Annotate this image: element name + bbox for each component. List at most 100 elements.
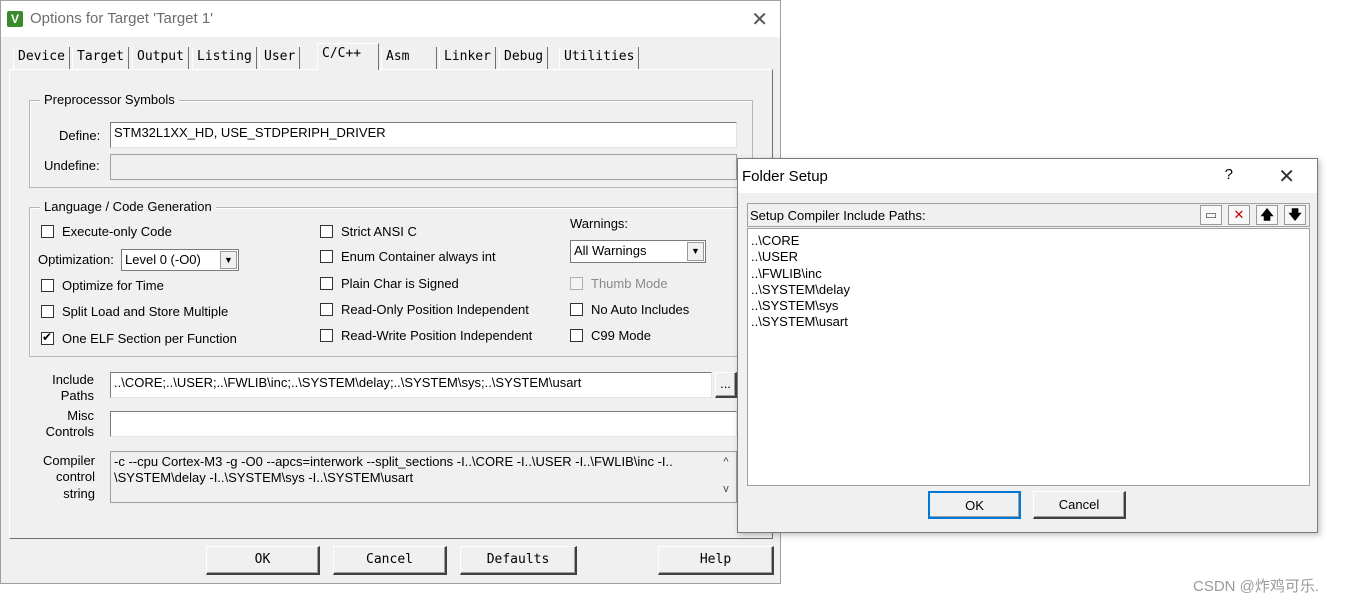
folder-ok-button[interactable]: OK [928,491,1021,519]
list-item[interactable]: ..\SYSTEM\sys [751,298,1306,314]
ro-pos-box[interactable] [320,303,333,316]
include-paths-list[interactable]: ..\CORE ..\USER ..\FWLIB\inc ..\SYSTEM\d… [747,228,1310,486]
one-elf-box[interactable] [41,330,54,345]
folder-cancel-button[interactable]: Cancel [1033,491,1126,519]
title-bar: V Options for Target 'Target 1' ✕ [1,1,780,37]
tab-linker[interactable]: Linker [439,47,496,69]
chevron-down-icon[interactable]: ▼ [687,242,704,261]
rw-pos-label: Read-Write Position Independent [341,328,533,343]
folder-title-bar: Folder Setup ? ✕ [738,159,1317,193]
one-elf-checkbox[interactable]: One ELF Section per Function [41,330,237,346]
defaults-button[interactable]: Defaults [460,546,577,575]
plain-char-checkbox[interactable]: Plain Char is Signed [320,276,459,291]
compiler-string-line-1: -c --cpu Cortex-M3 -g -O0 --apcs=interwo… [114,454,673,469]
help-icon[interactable]: ? [1225,166,1233,183]
tab-asm[interactable]: Asm [381,47,437,69]
split-load-box[interactable] [41,305,54,318]
execute-only-checkbox[interactable]: Execute-only Code [41,224,172,239]
move-down-icon[interactable]: 🡇 [1284,205,1306,225]
split-load-label: Split Load and Store Multiple [62,304,229,319]
thumb-mode-box [570,277,583,290]
cancel-button[interactable]: Cancel [333,546,447,575]
compiler-string-line-2: \SYSTEM\delay -I..\SYSTEM\sys -I..\SYSTE… [114,470,414,485]
include-paths-list-label: Setup Compiler Include Paths: [750,208,926,223]
enum-container-checkbox[interactable]: Enum Container always int [320,249,496,264]
enum-container-box[interactable] [320,250,333,263]
list-item[interactable]: ..\FWLIB\inc [751,266,1306,282]
tab-output[interactable]: Output [132,47,189,69]
no-auto-includes-label: No Auto Includes [591,302,690,317]
optimize-time-checkbox[interactable]: Optimize for Time [41,278,164,293]
close-icon[interactable]: ✕ [1278,164,1295,189]
define-input[interactable]: STM32L1XX_HD, USE_STDPERIPH_DRIVER [110,122,737,148]
move-up-icon[interactable]: 🡅 [1256,205,1278,225]
new-folder-icon[interactable]: ▭ [1200,205,1222,225]
list-item[interactable]: ..\SYSTEM\delay [751,282,1306,298]
misc-controls-input[interactable] [110,411,737,437]
undefine-label: Undefine: [44,158,100,173]
tab-utilities[interactable]: Utilities [559,47,640,69]
ok-button[interactable]: OK [206,546,320,575]
tab-device[interactable]: Device [13,47,70,69]
optimization-select[interactable]: Level 0 (-O0) ▼ [121,249,239,271]
include-paths-input[interactable]: ..\CORE;..\USER;..\FWLIB\inc;..\SYSTEM\d… [110,372,712,398]
list-item[interactable]: ..\SYSTEM\usart [751,314,1306,330]
optimization-label: Optimization: [38,252,114,267]
define-label: Define: [59,128,101,143]
include-paths-label-2: Paths [60,388,94,403]
no-auto-includes-box[interactable] [570,303,583,316]
warnings-label: Warnings: [570,216,629,231]
folder-dialog-title: Folder Setup [742,168,828,185]
thumb-mode-checkbox: Thumb Mode [570,276,668,291]
list-item[interactable]: ..\USER [751,249,1306,265]
scroll-up-icon[interactable]: ^ [718,456,734,468]
execute-only-label: Execute-only Code [62,224,172,239]
tab-target[interactable]: Target [72,47,129,69]
strict-ansi-checkbox[interactable]: Strict ANSI C [320,224,417,239]
language-group-title: Language / Code Generation [40,199,216,214]
rw-pos-box[interactable] [320,329,333,342]
dialog-title: Options for Target 'Target 1' [30,10,214,27]
execute-only-box[interactable] [41,225,54,238]
plain-char-label: Plain Char is Signed [341,276,459,291]
enum-container-label: Enum Container always int [341,249,496,264]
list-item[interactable]: ..\CORE [751,233,1306,249]
compiler-string-box: -c --cpu Cortex-M3 -g -O0 --apcs=interwo… [110,451,737,503]
misc-controls-label-2: Controls [45,424,94,439]
optimize-time-box[interactable] [41,279,54,292]
preprocessor-group-title: Preprocessor Symbols [40,92,179,107]
tab-c-cpp[interactable]: C/C++ [317,43,379,70]
include-paths-browse-button[interactable]: ... [715,372,737,398]
chevron-down-icon[interactable]: ▼ [220,251,237,269]
tab-listing[interactable]: Listing [192,47,257,69]
c99-mode-box[interactable] [570,329,583,342]
include-paths-list-header: Setup Compiler Include Paths: ▭ ✕ 🡅 🡇 [747,203,1310,227]
options-dialog: V Options for Target 'Target 1' ✕ Device… [0,0,781,584]
strict-ansi-label: Strict ANSI C [341,224,417,239]
compiler-string-label-2: control [55,469,95,484]
tab-user[interactable]: User [259,47,301,69]
warnings-value: All Warnings [574,243,647,258]
one-elf-label: One ELF Section per Function [62,331,237,346]
split-load-checkbox[interactable]: Split Load and Store Multiple [41,304,228,319]
thumb-mode-label: Thumb Mode [591,276,668,291]
close-icon[interactable]: ✕ [751,7,768,32]
rw-pos-checkbox[interactable]: Read-Write Position Independent [320,328,532,343]
strict-ansi-box[interactable] [320,225,333,238]
help-button[interactable]: Help [658,546,774,575]
optimize-time-label: Optimize for Time [62,278,164,293]
include-paths-label-1: Include [52,372,94,387]
plain-char-box[interactable] [320,277,333,290]
c99-mode-checkbox[interactable]: C99 Mode [570,328,651,343]
tab-debug[interactable]: Debug [499,47,549,69]
ro-pos-checkbox[interactable]: Read-Only Position Independent [320,302,529,317]
no-auto-includes-checkbox[interactable]: No Auto Includes [570,302,689,317]
optimization-value: Level 0 (-O0) [125,252,201,267]
delete-icon[interactable]: ✕ [1228,205,1250,225]
misc-controls-label-1: Misc [67,408,94,423]
c99-mode-label: C99 Mode [591,328,651,343]
warnings-select[interactable]: All Warnings ▼ [570,240,706,263]
undefine-input[interactable] [110,154,737,180]
keil-app-icon: V [7,11,23,27]
scroll-down-icon[interactable]: v [718,483,734,495]
